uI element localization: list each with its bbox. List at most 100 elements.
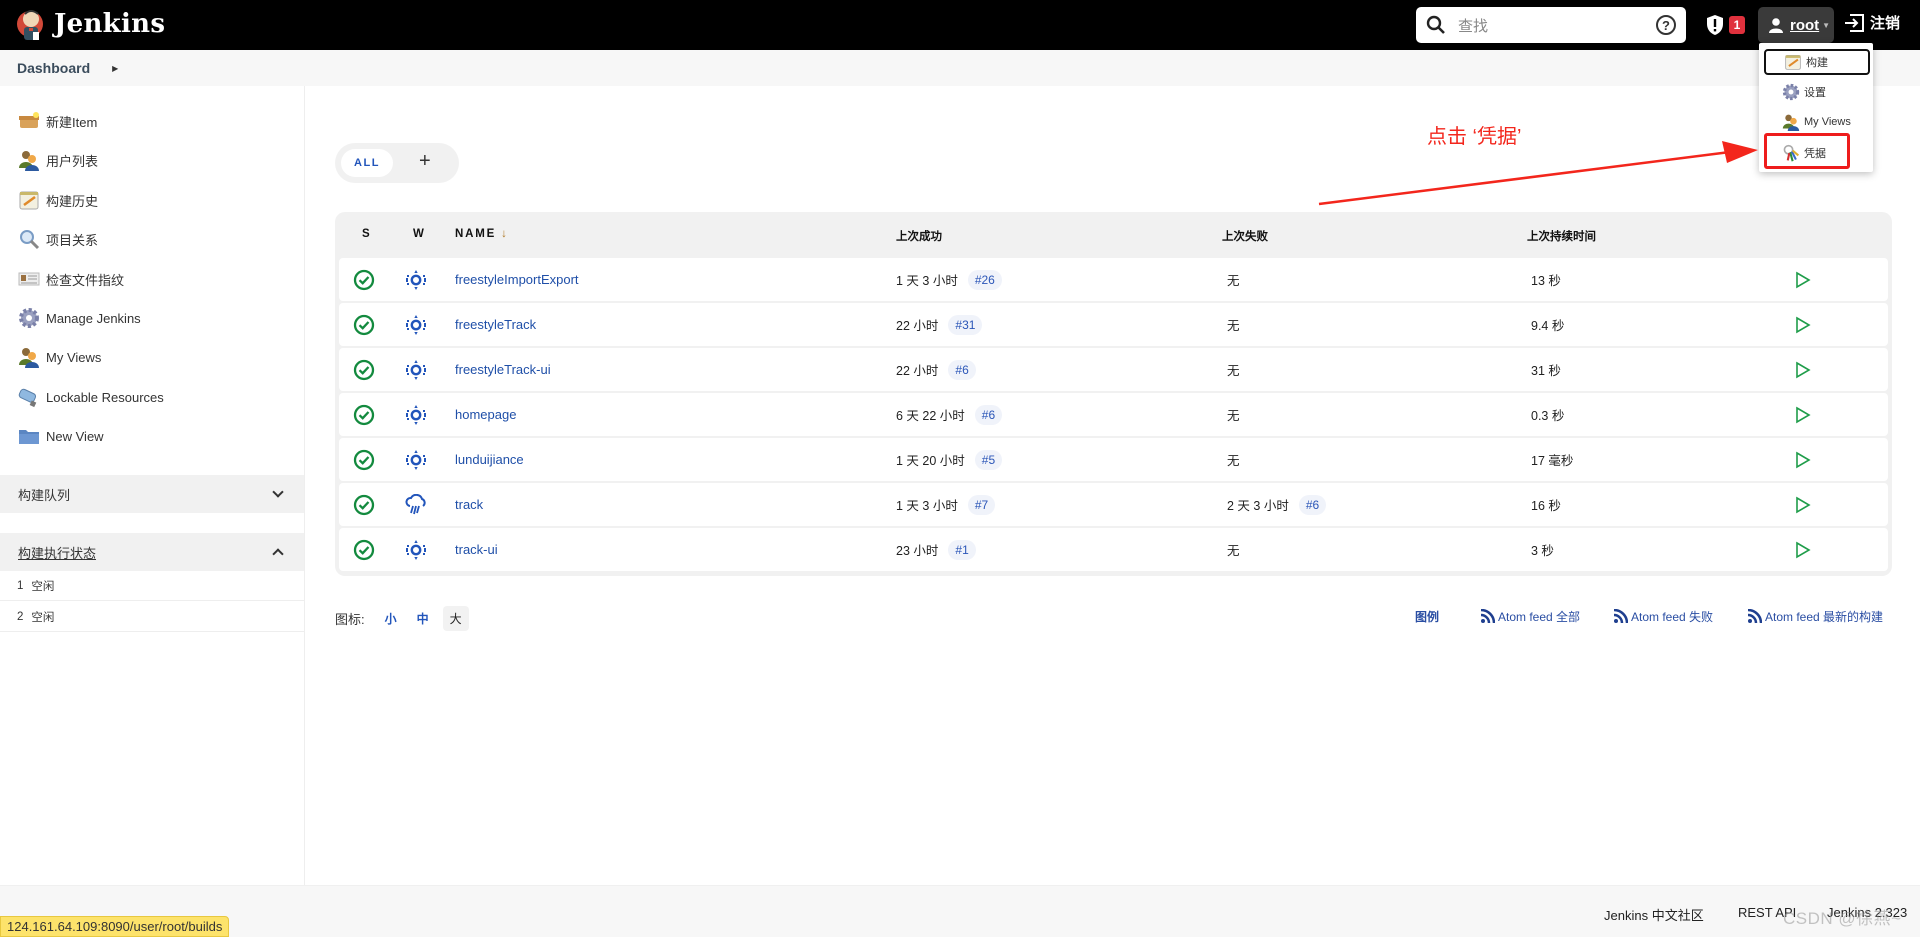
schedule-build-icon[interactable] — [1795, 258, 1811, 301]
last-success-time: 6 天 22 小时 — [896, 409, 965, 423]
security-alert-count[interactable]: 1 — [1729, 16, 1745, 34]
job-name-link[interactable]: freestyleImportExport — [455, 258, 579, 301]
executor-status-header[interactable]: 构建执行状态 — [0, 533, 304, 571]
build-number-link[interactable]: #7 — [967, 494, 996, 515]
usb-icon — [18, 388, 37, 408]
icon-size-small[interactable]: 小 — [385, 610, 397, 627]
sidebar-item-label: 用户列表 — [46, 153, 99, 169]
menu-item-settings[interactable]: 设置 — [1764, 79, 1870, 105]
icon-size-selector: 图标: 小 中 大 — [335, 606, 469, 631]
users-icon — [19, 348, 39, 368]
build-number-link[interactable]: #6 — [974, 404, 1003, 425]
build-number-link[interactable]: #26 — [967, 269, 1002, 290]
status-success-icon[interactable] — [353, 303, 375, 346]
icon-size-medium[interactable]: 中 — [417, 610, 429, 627]
col-header-last-success[interactable]: 上次成功 — [896, 228, 942, 244]
help-icon[interactable]: ? — [1656, 15, 1676, 35]
col-header-name[interactable]: NAME ↓ — [455, 228, 507, 240]
build-number-link[interactable]: #6 — [948, 359, 976, 380]
last-duration-cell: 17 毫秒 — [1531, 454, 1574, 468]
username[interactable]: root — [1790, 17, 1819, 34]
security-shield-icon[interactable] — [1706, 14, 1724, 36]
weather-sunny-icon[interactable] — [405, 438, 427, 481]
job-name-link[interactable]: freestyleTrack — [455, 303, 536, 346]
col-header-weather[interactable]: W — [413, 228, 424, 240]
status-success-icon[interactable] — [353, 438, 375, 481]
status-success-icon[interactable] — [353, 258, 375, 301]
schedule-build-icon[interactable] — [1795, 528, 1811, 571]
schedule-build-icon[interactable] — [1795, 483, 1811, 526]
status-success-icon[interactable] — [353, 393, 375, 436]
sidebar-item-manage-jenkins[interactable]: Manage Jenkins — [18, 306, 141, 330]
tab-all[interactable]: ALL — [341, 149, 393, 177]
weather-sunny-icon[interactable] — [405, 393, 427, 436]
atom-feed-failed-link[interactable]: Atom feed 失败 — [1614, 606, 1713, 626]
rss-icon — [1614, 609, 1628, 623]
col-header-last-duration[interactable]: 上次持续时间 — [1527, 228, 1596, 244]
breadcrumb-arrow-icon[interactable]: ▶ — [112, 64, 118, 73]
icon-size-large[interactable]: 大 — [442, 606, 469, 631]
build-number-link[interactable]: #6 — [1298, 494, 1327, 515]
weather-sunny-icon[interactable] — [405, 258, 427, 301]
executor-row: 1 空闲 — [0, 571, 304, 601]
sidebar-item-fingerprint[interactable]: 检查文件指纹 — [18, 267, 124, 291]
jenkins-logo[interactable]: Jenkins — [16, 6, 165, 42]
job-name-link[interactable]: lunduijiance — [455, 438, 524, 481]
last-success-cell: 22 小时 #31 — [896, 303, 983, 346]
user-menu-button[interactable]: root ▼ — [1758, 7, 1834, 43]
menu-item-builds[interactable]: 构建 — [1764, 49, 1870, 75]
top-header: Jenkins 查找 ? 1 root ▼ 注销 — [0, 0, 1920, 50]
sidebar-item-label: Manage Jenkins — [46, 310, 141, 326]
executor-status-title[interactable]: 构建执行状态 — [18, 543, 96, 562]
last-success-time: 23 小时 — [896, 544, 939, 558]
atom-feed-all-link[interactable]: Atom feed 全部 — [1481, 606, 1580, 626]
job-name-link[interactable]: track-ui — [455, 528, 498, 571]
sidebar-item-lockable-resources[interactable]: Lockable Resources — [18, 385, 164, 409]
search-box[interactable]: 查找 ? — [1416, 7, 1686, 43]
weather-rainy-icon[interactable] — [405, 483, 427, 526]
weather-sunny-icon[interactable] — [405, 303, 427, 346]
sidebar-item-my-views[interactable]: My Views — [18, 345, 101, 369]
job-name-link[interactable]: track — [455, 483, 483, 526]
annotation-highlight-box — [1764, 133, 1850, 169]
sidebar-item-build-history[interactable]: 构建历史 — [18, 188, 98, 212]
build-number-link[interactable]: #31 — [948, 314, 983, 335]
last-failure-time: 无 — [1227, 274, 1240, 288]
col-header-last-failure[interactable]: 上次失败 — [1222, 228, 1268, 244]
breadcrumb-dashboard[interactable]: Dashboard — [17, 60, 90, 76]
status-success-icon[interactable] — [353, 348, 375, 391]
job-name-link[interactable]: freestyleTrack-ui — [455, 348, 551, 391]
schedule-build-icon[interactable] — [1795, 348, 1811, 391]
search-magnifier-icon — [20, 230, 40, 250]
weather-sunny-icon[interactable] — [405, 348, 427, 391]
chevron-down-icon[interactable] — [272, 486, 284, 498]
weather-sunny-icon[interactable] — [405, 528, 427, 571]
executor-state: 空闲 — [31, 580, 55, 593]
schedule-build-icon[interactable] — [1795, 393, 1811, 436]
sidebar-item-new-view[interactable]: New View — [18, 424, 104, 448]
sidebar-item-users[interactable]: 用户列表 — [18, 148, 98, 172]
status-success-icon[interactable] — [353, 528, 375, 571]
legend-link[interactable]: 图例 — [1415, 606, 1439, 626]
menu-item-my-views[interactable]: My Views — [1764, 109, 1870, 135]
logout-button[interactable]: 注销 — [1844, 12, 1900, 33]
build-queue-title: 构建队列 — [18, 487, 71, 503]
community-link[interactable]: Jenkins 中文社区 — [1604, 905, 1704, 924]
chevron-up-icon[interactable] — [272, 548, 284, 560]
user-icon — [1769, 18, 1783, 33]
build-number-link[interactable]: #1 — [948, 539, 976, 560]
job-name-link[interactable]: homepage — [455, 393, 516, 436]
status-success-icon[interactable] — [353, 483, 375, 526]
sidebar-item-label: 项目关系 — [46, 232, 99, 248]
sidebar-item-project-relationship[interactable]: 项目关系 — [18, 227, 98, 251]
build-queue-header[interactable]: 构建队列 — [0, 475, 304, 513]
col-header-status[interactable]: S — [362, 228, 370, 240]
add-view-tab[interactable]: + — [419, 150, 431, 173]
sidebar-item-new-item[interactable]: 新建Item — [18, 109, 97, 133]
schedule-build-icon[interactable] — [1795, 438, 1811, 481]
search-input[interactable]: 查找 — [1458, 15, 1656, 36]
last-failure-cell: 无 — [1227, 393, 1240, 436]
schedule-build-icon[interactable] — [1795, 303, 1811, 346]
atom-feed-latest-link[interactable]: Atom feed 最新的构建 — [1748, 606, 1883, 626]
build-number-link[interactable]: #5 — [974, 449, 1003, 470]
